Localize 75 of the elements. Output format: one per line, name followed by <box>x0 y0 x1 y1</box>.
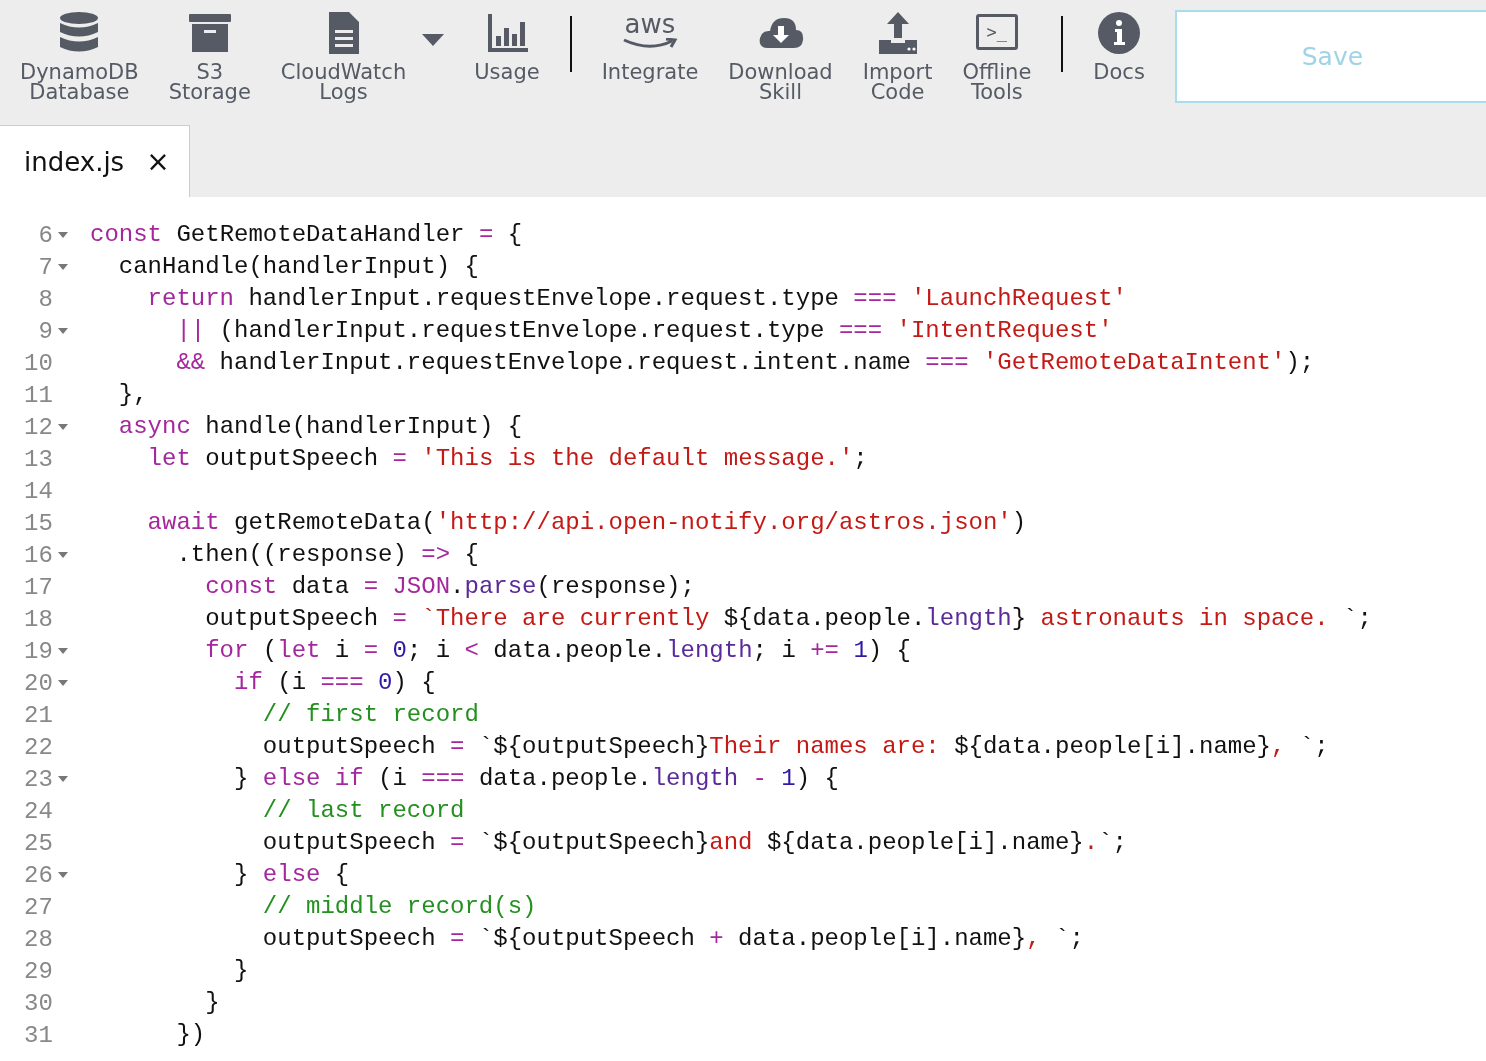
line-number: 14 <box>23 477 53 505</box>
code-line: .then((response) => { <box>175 540 479 570</box>
line-number: 24 <box>23 797 53 825</box>
toolbar-button[interactable]: Import Code <box>862 0 933 102</box>
fold-arrow-icon[interactable] <box>57 328 68 334</box>
code-line: || (handlerInput.requestEnvelope.request.type === 'IntentRequest' <box>175 316 1113 346</box>
code-line: const GetRemoteDataHandler = { <box>90 220 523 250</box>
toolbar-button[interactable]: aws Integrate <box>601 0 699 82</box>
code-line: for (let i = 0; i < data.people.length; i += 1) { <box>204 636 912 666</box>
line-number: 9 <box>37 317 53 345</box>
line-number: 13 <box>23 445 53 473</box>
line-number: 20 <box>23 669 53 697</box>
dropdown-caret-button[interactable] <box>422 34 445 46</box>
line-number: 28 <box>23 925 53 953</box>
toolbar-button[interactable]: Docs <box>1093 0 1145 82</box>
line-number: 26 <box>23 861 53 889</box>
file-tab[interactable]: index.js × <box>0 125 190 197</box>
line-number: 6 <box>37 221 53 249</box>
code-line: } <box>204 988 220 1018</box>
fold-arrow-icon[interactable] <box>57 776 68 782</box>
line-number: 15 <box>23 509 53 537</box>
code-line: // last record <box>261 796 465 826</box>
code-line: && handlerInput.requestEnvelope.request.intent.name === 'GetRemoteDataIntent'); <box>175 348 1315 378</box>
toolbar-button[interactable]: S3 Storage <box>168 0 251 102</box>
line-number: 16 <box>23 541 53 569</box>
toolbar-button[interactable]: DynamoDB Database <box>20 0 139 102</box>
code-line: outputSpeech = `${outputSpeech}and ${data.people[i].name}.`; <box>261 828 1127 858</box>
line-number: 27 <box>23 893 53 921</box>
line-number: 8 <box>37 285 53 313</box>
line-number: 25 <box>23 829 53 857</box>
code-line: }, <box>117 380 148 410</box>
fold-arrow-icon[interactable] <box>57 680 68 686</box>
line-number: 12 <box>23 413 53 441</box>
code-line: }) <box>175 1020 206 1050</box>
line-number: 29 <box>23 957 53 985</box>
toolbar-button[interactable]: Download Skill <box>728 0 833 102</box>
code-line: outputSpeech = `${outputSpeech}Their names are: ${data.people[i].name}, `; <box>261 732 1329 762</box>
line-number: 10 <box>23 349 53 377</box>
info-icon <box>1096 10 1143 56</box>
tab-label: index.js <box>24 146 125 177</box>
code-line: await getRemoteData('http://api.open-notify.org/astros.json') <box>146 508 1027 538</box>
code-line: if (i === 0) { <box>233 668 436 698</box>
line-number: 19 <box>23 637 53 665</box>
line-number: 22 <box>23 733 53 761</box>
code-line: } <box>233 956 249 986</box>
line-number: 31 <box>23 1021 53 1049</box>
code-line: return handlerInput.requestEnvelope.request.type === 'LaunchRequest' <box>146 284 1127 314</box>
code-line: } else if (i === data.people.length - 1) { <box>233 764 839 794</box>
line-number: 18 <box>23 605 53 633</box>
code-line: let outputSpeech = 'This is the default message.'; <box>146 444 868 474</box>
toolbar-button[interactable]: Usage <box>474 0 540 82</box>
code-line: outputSpeech = `${outputSpeech + data.people[i].name}, `; <box>261 924 1084 954</box>
code-line: canHandle(handlerInput) { <box>117 252 479 282</box>
line-number: 11 <box>23 381 53 409</box>
fold-arrow-icon[interactable] <box>57 648 68 654</box>
code-line: // middle record(s) <box>261 892 537 922</box>
code-line: } else { <box>233 860 350 890</box>
toolbar-button[interactable]: >_ Offline Tools <box>962 0 1032 102</box>
fold-arrow-icon[interactable] <box>57 232 68 238</box>
line-number: 17 <box>23 573 53 601</box>
code-line: async handle(handlerInput) { <box>117 412 523 442</box>
code-line: outputSpeech = `There are currently ${data.people.length} astronauts in space. `; <box>204 604 1372 634</box>
line-number: 30 <box>23 989 53 1017</box>
toolbar-button[interactable]: CloudWatch Logs <box>280 0 407 102</box>
line-number: 7 <box>37 253 53 281</box>
fold-arrow-icon[interactable] <box>57 552 68 558</box>
code-line: // first record <box>261 700 479 730</box>
line-number: 23 <box>23 765 53 793</box>
fold-arrow-icon[interactable] <box>57 872 68 878</box>
code-line: const data = JSON.parse(response); <box>204 572 695 602</box>
fold-arrow-icon[interactable] <box>57 264 68 270</box>
close-button[interactable]: × <box>146 147 170 176</box>
line-number: 21 <box>23 701 53 729</box>
terminal-icon: >_ <box>975 14 1018 50</box>
fold-arrow-icon[interactable] <box>57 424 68 430</box>
